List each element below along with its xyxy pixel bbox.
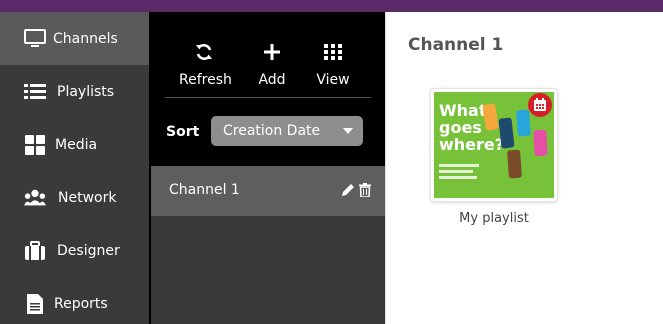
chevron-down-icon [343,128,353,134]
nav-item-channels[interactable]: Channels [0,12,149,65]
sort-dropdown[interactable]: Creation Date [211,116,363,146]
refresh-label: Refresh [179,72,232,88]
nav-item-reports[interactable]: Reports [0,277,149,324]
document-icon [24,293,46,315]
channel-toolbar: Refresh Add View Sort Creation Date [151,12,385,166]
sort-selected-value: Creation Date [223,123,321,139]
thumbnail-bin-blue [498,117,515,149]
thumbnail-bin-brown [507,149,522,179]
list-icon [24,81,46,103]
thumbnail-fineprint [439,164,479,167]
add-label: Add [258,72,286,88]
page-title: Channel 1 [408,35,504,55]
thumbnail-bin-cyan [516,109,531,137]
playlist-name[interactable]: My playlist [430,211,558,226]
thumbnail-text: What goes where? [439,101,505,154]
nav-label: Channels [53,30,118,47]
nav-label: Network [58,189,117,206]
channel-list-panel: Refresh Add View Sort Creation Date Chan… [151,12,385,324]
plus-icon [252,40,292,64]
channel-name: Channel 1 [169,182,240,198]
thumbnail-bin-pink [533,129,548,157]
view-label: View [316,72,350,88]
refresh-icon [179,40,229,64]
nav-item-playlists[interactable]: Playlists [0,65,149,118]
nav-label: Playlists [57,83,115,100]
briefcase-icon [24,240,46,262]
grid-view-icon [313,40,353,64]
panel-divider [385,12,386,324]
nav-item-network[interactable]: Network [0,171,149,224]
thumbnail-fineprint [439,176,477,179]
main-nav: Channels Playlists Media Network Designe… [0,12,149,324]
add-button[interactable]: Add [252,40,292,88]
refresh-button[interactable]: Refresh [179,40,232,88]
monitor-icon [24,28,46,50]
thumbnail-bin-orange [482,103,499,131]
nav-label: Designer [57,242,120,259]
sort-label: Sort [166,124,200,140]
calendar-icon[interactable] [528,93,552,117]
toolbar-divider [165,97,371,98]
users-icon [24,187,46,209]
pencil-icon[interactable] [341,183,355,197]
view-button[interactable]: View [313,40,353,88]
trash-icon[interactable] [359,183,371,198]
grid-icon [24,134,46,156]
nav-label: Reports [54,295,108,312]
nav-label: Media [55,136,98,153]
channel-list-item[interactable]: Channel 1 [151,166,385,216]
thumbnail-fineprint [439,170,473,173]
nav-item-media[interactable]: Media [0,118,149,171]
top-accent-bar [0,0,663,12]
nav-item-designer[interactable]: Designer [0,224,149,277]
